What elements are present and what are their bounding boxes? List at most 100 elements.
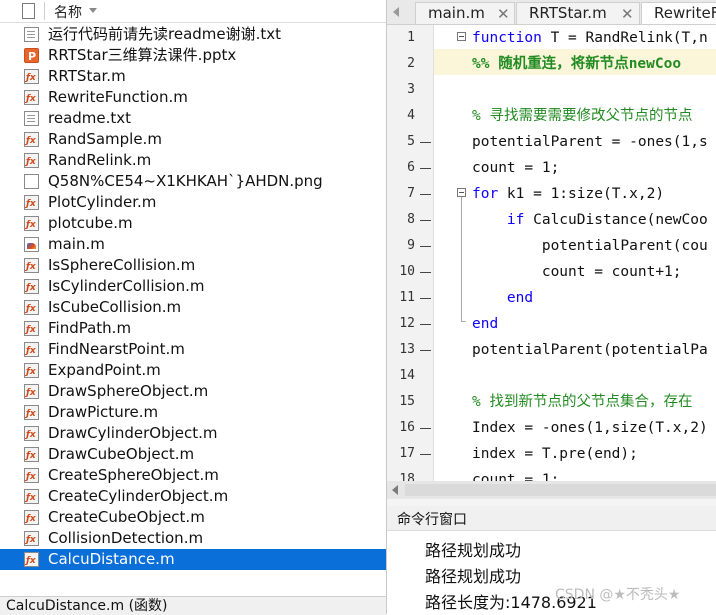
file-item[interactable]: PlotCylinder.m xyxy=(0,192,386,215)
file-item[interactable]: FindNearstPoint.m xyxy=(0,339,386,362)
line-number: 11 xyxy=(399,290,415,305)
file-name: DrawSphereObject.m xyxy=(48,382,209,400)
panel-divider[interactable] xyxy=(387,499,716,506)
file-name: CreateCylinderObject.m xyxy=(48,487,229,505)
file-item[interactable]: IsSphereCollision.m xyxy=(0,255,386,278)
file-name: DrawPicture.m xyxy=(48,403,159,421)
code-line[interactable]: count = count+1; xyxy=(472,259,682,285)
matlab-function-icon xyxy=(24,131,39,152)
line-number: 4 xyxy=(407,108,415,123)
file-item[interactable]: DrawCubeObject.m xyxy=(0,444,386,467)
editor-tab-bar: main.m ✕ RRTStar.m ✕ RewriteF xyxy=(387,0,716,25)
matlab-function-icon xyxy=(24,509,39,530)
command-output-line: 路径规划成功 xyxy=(425,567,522,586)
tab-label: RRTStar.m xyxy=(529,4,607,22)
column-divider[interactable] xyxy=(44,2,45,20)
scrollbar-track[interactable] xyxy=(405,484,716,496)
breakpoint-marker[interactable] xyxy=(420,272,431,273)
scroll-left-arrow-icon[interactable] xyxy=(392,485,398,495)
code-line[interactable]: end xyxy=(472,311,498,337)
file-item[interactable]: RRTStar三维算法课件.pptx xyxy=(0,45,386,67)
matlab-function-icon xyxy=(24,530,39,551)
line-number: 12 xyxy=(399,316,415,331)
breakpoint-marker[interactable] xyxy=(420,194,431,195)
matlab-function-icon xyxy=(24,362,39,383)
file-item[interactable]: DrawSphereObject.m xyxy=(0,381,386,404)
file-item[interactable]: CollisionDetection.m xyxy=(0,528,386,551)
close-icon[interactable]: ✕ xyxy=(497,4,510,24)
fold-toggle-icon[interactable] xyxy=(457,188,466,197)
tab-rewritefunction[interactable]: RewriteF xyxy=(641,2,716,24)
file-item[interactable]: CalcuDistance.m xyxy=(0,549,386,572)
file-item[interactable]: IsCubeCollision.m xyxy=(0,297,386,320)
code-editor[interactable]: 1 2 3 4 5 6 7 8 9 10 11 12 13 14 15 16 17 18 function T =… xyxy=(387,25,716,481)
code-line[interactable]: % 寻找需要需要修改父节点的节点 xyxy=(472,103,692,129)
breakpoint-marker[interactable] xyxy=(420,454,431,455)
code-line[interactable]: %% 随机重连，将新节点newCoo xyxy=(472,51,681,77)
file-item[interactable]: ExpandPoint.m xyxy=(0,360,386,383)
tab-main[interactable]: main.m ✕ xyxy=(415,2,515,24)
file-item[interactable]: Q58N%CE54~X1KHKAH`}AHDN.png xyxy=(0,171,386,192)
file-name: ExpandPoint.m xyxy=(48,361,161,379)
tab-rrtstar[interactable]: RRTStar.m ✕ xyxy=(516,2,640,24)
matlab-function-icon xyxy=(24,215,39,236)
breakpoint-marker[interactable] xyxy=(420,168,431,169)
close-icon[interactable]: ✕ xyxy=(621,4,634,24)
fold-toggle-icon[interactable] xyxy=(457,32,466,41)
powerpoint-file-icon xyxy=(24,46,39,67)
file-item[interactable]: DrawPicture.m xyxy=(0,402,386,425)
matlab-function-icon xyxy=(24,320,39,341)
file-item[interactable]: DrawCylinderObject.m xyxy=(0,423,386,446)
matlab-function-icon xyxy=(24,551,39,572)
file-item[interactable]: RewriteFunction.m xyxy=(0,87,386,110)
file-name: IsCubeCollision.m xyxy=(48,298,182,316)
document-icon xyxy=(22,3,35,19)
sort-down-icon[interactable] xyxy=(89,8,97,13)
file-item[interactable]: FindPath.m xyxy=(0,318,386,341)
tab-scroll-left-icon[interactable] xyxy=(393,7,399,17)
code-line[interactable]: potentialParent(potentialPa xyxy=(472,337,708,363)
fold-guide xyxy=(461,197,462,321)
file-item[interactable]: main.m xyxy=(0,234,386,255)
file-item[interactable]: CreateCylinderObject.m xyxy=(0,486,386,509)
breakpoint-marker[interactable] xyxy=(420,142,431,143)
editor-horizontal-scrollbar[interactable] xyxy=(387,481,716,499)
file-name: RandRelink.m xyxy=(48,151,152,169)
file-item[interactable]: CreateSphereObject.m xyxy=(0,465,386,488)
file-item[interactable]: 运行代码前请先读readme谢谢.txt xyxy=(0,24,386,45)
code-line[interactable]: count = 1; xyxy=(472,155,559,181)
code-line[interactable]: for k1 = 1:size(T.x,2) xyxy=(472,181,664,207)
file-item[interactable]: RandSample.m xyxy=(0,129,386,152)
code-line[interactable]: if CalcuDistance(newCoo xyxy=(472,207,708,233)
file-item[interactable]: IsCylinderCollision.m xyxy=(0,276,386,299)
code-line[interactable]: index = T.pre(end); xyxy=(472,441,638,467)
code-line[interactable]: function T = RandRelink(T,n xyxy=(472,25,708,51)
command-window-header: 命令行窗口 xyxy=(387,506,716,531)
breakpoint-marker[interactable] xyxy=(420,246,431,247)
file-name: plotcube.m xyxy=(48,214,133,232)
line-number: 8 xyxy=(407,212,415,227)
breakpoint-marker[interactable] xyxy=(420,428,431,429)
file-name: CollisionDetection.m xyxy=(48,529,204,547)
code-line[interactable]: potentialParent(cou xyxy=(472,233,708,259)
code-line[interactable]: Index = -ones(1,size(T.x,2) xyxy=(472,415,708,441)
line-number: 2 xyxy=(407,56,415,71)
file-name: CalcuDistance.m xyxy=(48,550,175,568)
file-item[interactable]: RandRelink.m xyxy=(0,150,386,173)
matlab-function-icon xyxy=(24,89,39,110)
name-column-header[interactable]: 名称 xyxy=(54,2,82,22)
code-line[interactable]: % 找到新节点的父节点集合，存在 xyxy=(472,389,692,415)
breakpoint-marker[interactable] xyxy=(420,350,431,351)
line-number: 6 xyxy=(407,160,415,175)
file-item[interactable]: readme.txt xyxy=(0,108,386,129)
code-line[interactable]: count = 1; xyxy=(472,467,559,481)
breakpoint-marker[interactable] xyxy=(420,324,431,325)
file-item[interactable]: plotcube.m xyxy=(0,213,386,236)
file-item[interactable]: RRTStar.m xyxy=(0,66,386,89)
file-name: RandSample.m xyxy=(48,130,162,148)
code-line[interactable]: potentialParent = -ones(1,s xyxy=(472,129,708,155)
code-line[interactable]: end xyxy=(472,285,533,311)
breakpoint-marker[interactable] xyxy=(420,220,431,221)
file-item[interactable]: CreateCubeObject.m xyxy=(0,507,386,530)
breakpoint-marker[interactable] xyxy=(420,298,431,299)
